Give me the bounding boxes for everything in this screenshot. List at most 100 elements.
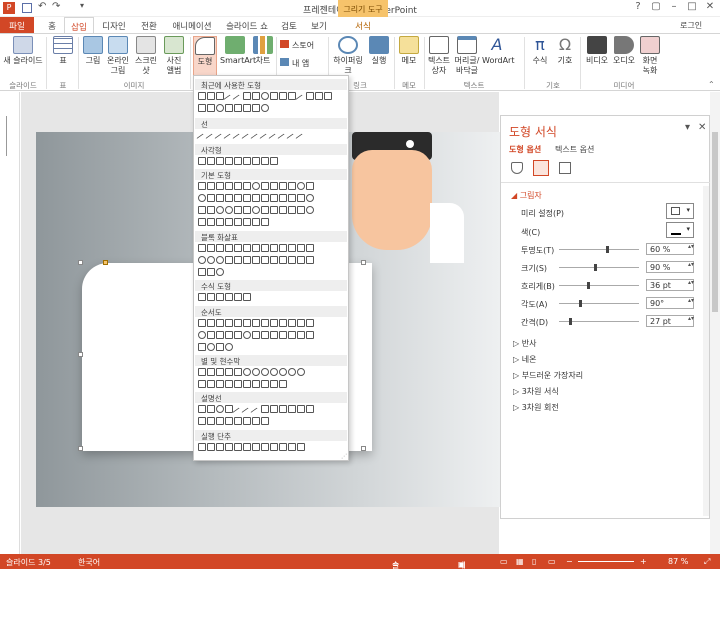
- shape-row[interactable]: [198, 405, 346, 419]
- resize-handle[interactable]: [361, 260, 366, 265]
- slideshow-icon[interactable]: ▭: [548, 557, 556, 566]
- blur-input[interactable]: 36 pt: [646, 279, 694, 291]
- close-button[interactable]: ✕: [702, 1, 718, 15]
- distance-input[interactable]: 27 pt: [646, 315, 694, 327]
- slide-sorter-icon[interactable]: ▦: [516, 557, 524, 566]
- sign-in-link[interactable]: 로그인: [680, 20, 702, 31]
- app-icon[interactable]: P: [3, 2, 15, 14]
- transparency-slider[interactable]: [559, 246, 639, 253]
- collapse-ribbon-icon[interactable]: ⌃: [708, 80, 715, 89]
- shape-row[interactable]: [198, 206, 346, 216]
- table-button[interactable]: 표: [50, 36, 76, 66]
- new-slide-button[interactable]: 새 슬라이드: [2, 36, 44, 66]
- shape-row[interactable]: [198, 182, 346, 192]
- maximize-button[interactable]: □: [684, 1, 700, 15]
- shape-row[interactable]: [198, 293, 346, 303]
- symbol-button[interactable]: Ω 기호: [554, 36, 576, 66]
- tab-transitions[interactable]: 전환: [134, 17, 164, 33]
- shape-row[interactable]: [198, 443, 346, 453]
- slider-knob[interactable]: [587, 282, 591, 289]
- picture-button[interactable]: 그림: [82, 36, 104, 66]
- shape-row[interactable]: [198, 157, 346, 167]
- tab-shape-options[interactable]: 도형 옵션: [509, 144, 541, 155]
- shape-row[interactable]: [198, 368, 346, 378]
- chart-button[interactable]: 차트: [252, 36, 274, 66]
- pane-close-icon[interactable]: ✕: [698, 122, 706, 133]
- slider-knob[interactable]: [578, 300, 582, 307]
- header-footer-button[interactable]: 머리글/바닥글: [454, 36, 480, 76]
- tab-review[interactable]: 검토: [276, 17, 302, 33]
- tab-design[interactable]: 디자인: [96, 17, 132, 33]
- section-shadow[interactable]: ◢ 그림자: [511, 190, 542, 201]
- zoom-out-icon[interactable]: −: [566, 557, 573, 566]
- my-apps-button[interactable]: 내 앱: [280, 58, 309, 69]
- shape-row[interactable]: [196, 131, 346, 145]
- reading-view-icon[interactable]: ▯: [532, 557, 536, 566]
- resize-handle[interactable]: [78, 260, 83, 265]
- resize-handle[interactable]: [78, 352, 83, 357]
- thumbnail-toggle-icon[interactable]: [6, 116, 14, 156]
- section-3d-format[interactable]: ▷ 3차원 서식: [513, 386, 559, 397]
- blur-slider[interactable]: [559, 282, 639, 289]
- slider-knob[interactable]: [594, 264, 598, 271]
- shape-row[interactable]: [198, 256, 346, 266]
- resize-handle[interactable]: [361, 446, 366, 451]
- vertical-scrollbar[interactable]: [710, 92, 720, 554]
- save-icon[interactable]: [22, 3, 32, 13]
- shape-row[interactable]: [198, 92, 346, 106]
- zoom-in-icon[interactable]: +: [640, 557, 647, 566]
- angle-slider[interactable]: [559, 300, 639, 307]
- arm-shape[interactable]: [430, 203, 464, 263]
- tab-animations[interactable]: 애니메이션: [166, 17, 218, 33]
- size-slider[interactable]: [559, 264, 639, 271]
- fit-slide-icon[interactable]: ⤢: [704, 557, 710, 567]
- redo-icon[interactable]: ↷: [52, 1, 60, 12]
- shape-row[interactable]: [198, 104, 346, 114]
- screen-record-button[interactable]: 화면 녹화: [638, 36, 662, 76]
- normal-view-icon[interactable]: ▭: [500, 557, 508, 566]
- section-soft-edges[interactable]: ▷ 부드러운 가장자리: [513, 370, 583, 381]
- effects-icon[interactable]: [533, 160, 549, 176]
- transparency-input[interactable]: 60 %: [646, 243, 694, 255]
- tab-text-options[interactable]: 텍스트 옵션: [555, 144, 594, 155]
- customize-qat-icon[interactable]: ▾: [80, 1, 84, 10]
- zoom-slider[interactable]: [578, 561, 634, 562]
- size-input[interactable]: 90 %: [646, 261, 694, 273]
- angle-input[interactable]: 90°: [646, 297, 694, 309]
- fill-line-icon[interactable]: [511, 162, 523, 174]
- hyperlink-button[interactable]: 하이퍼링크: [330, 36, 366, 76]
- store-button[interactable]: 스토어: [280, 40, 314, 51]
- audio-button[interactable]: 오디오: [612, 36, 636, 66]
- pane-scrollbar[interactable]: [703, 186, 709, 516]
- zoom-level[interactable]: 87 %: [668, 557, 688, 566]
- shape-row[interactable]: [198, 194, 346, 204]
- pane-options-icon[interactable]: ▾: [685, 122, 690, 133]
- action-button[interactable]: 실행: [368, 36, 390, 66]
- smartart-button[interactable]: SmartArt: [220, 36, 256, 66]
- screenshot-button[interactable]: 스크린샷: [132, 36, 160, 76]
- shape-row[interactable]: [198, 244, 346, 254]
- section-glow[interactable]: ▷ 네온: [513, 354, 536, 365]
- minimize-button[interactable]: –: [666, 1, 682, 15]
- equation-button[interactable]: π 수식: [528, 36, 552, 66]
- tab-view[interactable]: 보기: [306, 17, 332, 33]
- tab-file[interactable]: 파일: [0, 17, 34, 33]
- slider-knob[interactable]: [569, 318, 573, 325]
- tab-format[interactable]: 서식: [348, 17, 378, 33]
- shape-row[interactable]: [198, 380, 346, 390]
- size-properties-icon[interactable]: [559, 162, 571, 174]
- language-indicator[interactable]: 한국어: [78, 557, 100, 568]
- ribbon-display-button[interactable]: ▢: [648, 1, 664, 15]
- tab-insert[interactable]: 삽입: [64, 17, 94, 33]
- distance-slider[interactable]: [559, 318, 639, 325]
- shape-row[interactable]: [198, 218, 346, 228]
- tab-home[interactable]: 홈: [40, 17, 64, 33]
- shape-row[interactable]: [198, 343, 346, 353]
- section-3d-rotation[interactable]: ▷ 3차원 회전: [513, 402, 559, 413]
- tab-slideshow[interactable]: 슬라이드 쇼: [222, 17, 272, 33]
- slider-knob[interactable]: [605, 246, 609, 253]
- help-button[interactable]: ?: [630, 1, 646, 15]
- shapes-button[interactable]: 도형: [193, 36, 217, 76]
- resize-handle[interactable]: [78, 446, 83, 451]
- section-reflection[interactable]: ▷ 반사: [513, 338, 536, 349]
